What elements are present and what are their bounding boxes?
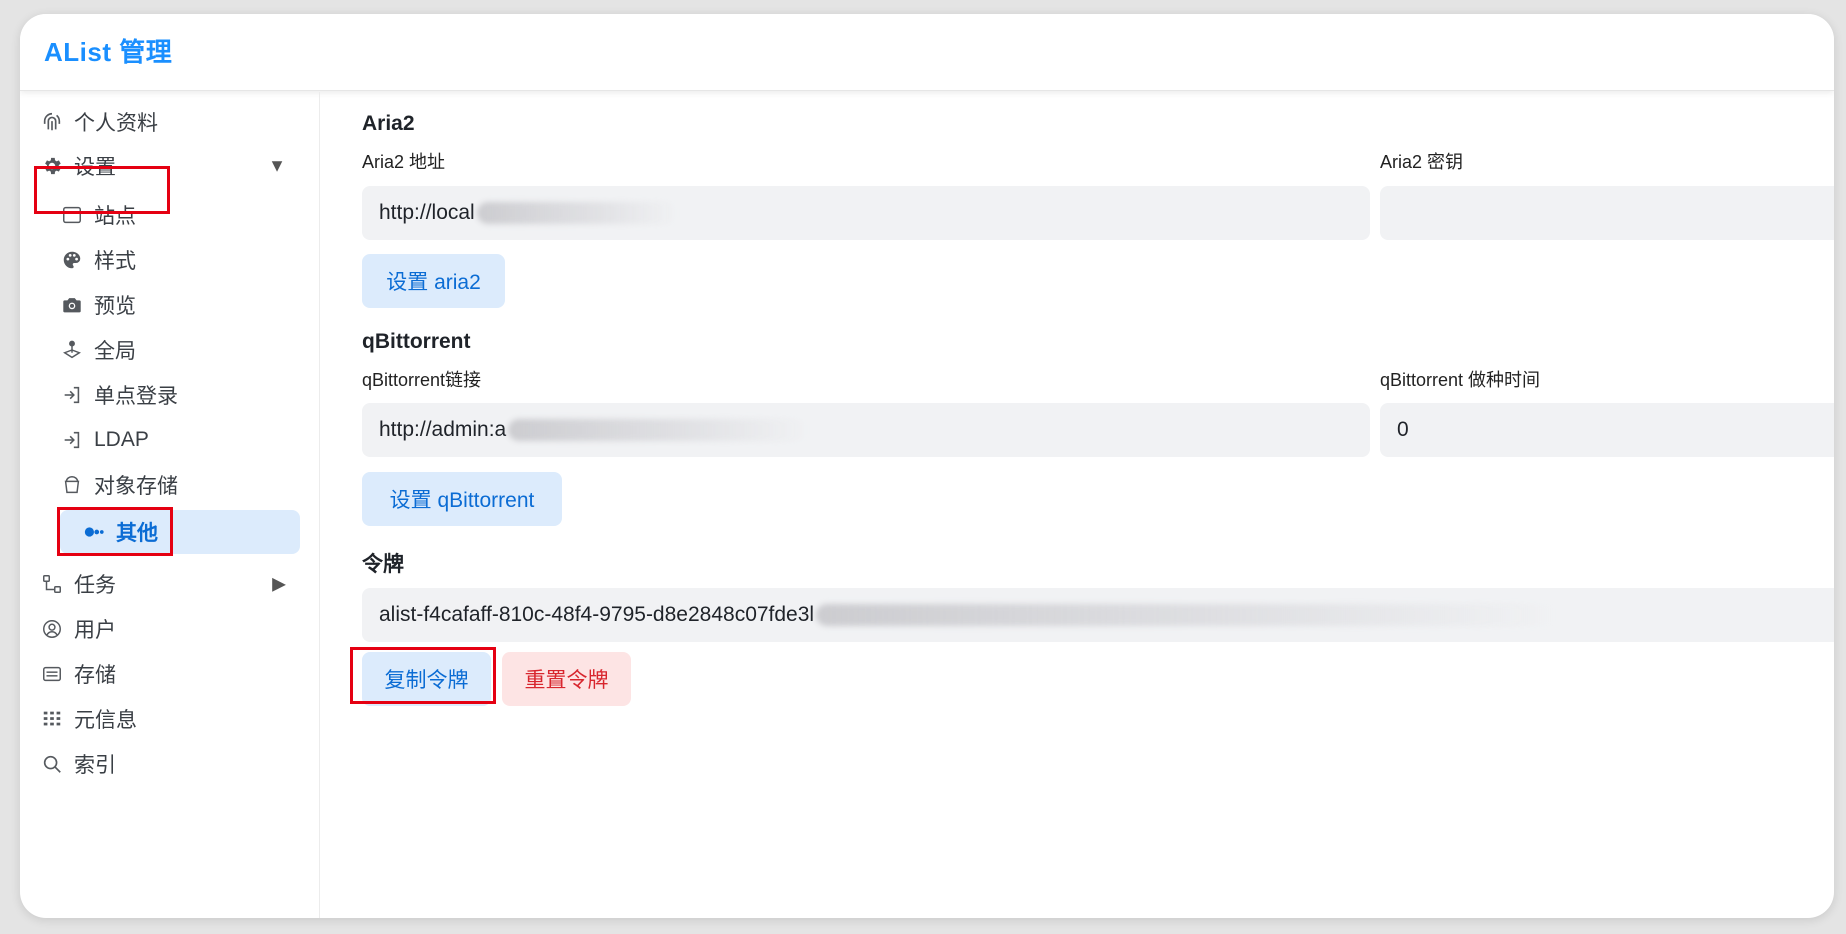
storage-list-icon: [40, 662, 64, 686]
login-arrow-icon: [60, 383, 84, 407]
browser-window-icon: [60, 203, 84, 227]
sidebar-item-ldap[interactable]: LDAP: [60, 418, 300, 462]
camera-icon: [60, 293, 84, 317]
sidebar-item-object-storage[interactable]: 对象存储: [60, 463, 300, 507]
bucket-icon: [60, 473, 84, 497]
main-content: Aria2 Aria2 地址 Aria2 密钥 http://local 设置 …: [340, 92, 1834, 918]
sidebar-item-label: 个人资料: [74, 112, 158, 135]
qbit-url-label: qBittorrent链接: [362, 370, 482, 390]
aria2-address-value: http://local: [379, 201, 475, 224]
redacted-text: [816, 604, 1557, 626]
tree-icon: [40, 572, 64, 596]
sidebar-item-preview[interactable]: 预览: [60, 283, 300, 327]
login-arrow-icon: [60, 428, 84, 452]
sidebar-item-meta[interactable]: 元信息: [40, 697, 310, 741]
set-aria2-button[interactable]: 设置 aria2: [362, 254, 505, 308]
app-window: AList 管理 个人资料 设置 ▼ 站点 样式 预览 全局 单点登录 LDAP…: [20, 14, 1834, 918]
fingerprint-icon: [40, 110, 64, 134]
user-circle-icon: [40, 617, 64, 641]
sidebar-item-global[interactable]: 全局: [60, 328, 300, 372]
sidebar-item-label: 全局: [94, 340, 136, 363]
qbit-section-title: qBittorrent: [362, 330, 471, 353]
aria2-secret-input[interactable]: [1380, 186, 1834, 240]
sidebar-item-sso[interactable]: 单点登录: [60, 373, 300, 417]
app-title: AList 管理: [44, 37, 173, 67]
aria2-section-title: Aria2: [362, 112, 415, 135]
sidebar-item-label: 任务: [74, 574, 116, 597]
grid-icon: [40, 707, 64, 731]
sidebar-item-label: 用户: [74, 619, 116, 642]
aria2-address-label: Aria2 地址: [362, 152, 446, 172]
sidebar-item-other[interactable]: 其他: [60, 510, 300, 554]
caret-down-icon: ▼: [268, 155, 286, 176]
token-input[interactable]: alist-f4cafaff-810c-48f4-9795-d8e2848c07…: [362, 588, 1834, 642]
sidebar-item-label: 其他: [116, 522, 158, 545]
qbit-url-value: http://admin:a: [379, 418, 507, 441]
sidebar-item-site[interactable]: 站点: [60, 193, 300, 237]
toggle-dots-icon: [82, 520, 106, 544]
sidebar-item-label: 元信息: [74, 709, 137, 732]
sidebar-item-index[interactable]: 索引: [40, 742, 310, 786]
token-section-title: 令牌: [362, 553, 404, 576]
redacted-text: [476, 202, 677, 224]
sidebar-item-label: 预览: [94, 295, 136, 318]
aria2-address-input[interactable]: http://local: [362, 186, 1370, 240]
qbit-seed-label: qBittorrent 做种时间: [1380, 370, 1541, 390]
sidebar-item-label: 对象存储: [94, 475, 178, 498]
sidebar-item-storage[interactable]: 存储: [40, 652, 310, 696]
qbit-seed-value: 0: [1397, 418, 1409, 441]
sidebar-item-settings[interactable]: 设置 ▼: [40, 144, 310, 188]
sidebar-item-label: 单点登录: [94, 385, 178, 408]
sidebar-item-label: 设置: [74, 156, 116, 179]
redacted-text: [508, 419, 809, 441]
sidebar-item-label: 索引: [74, 754, 116, 777]
copy-token-button[interactable]: 复制令牌: [362, 652, 491, 706]
aria2-secret-label: Aria2 密钥: [1380, 152, 1464, 172]
joystick-icon: [60, 338, 84, 362]
sidebar-item-style[interactable]: 样式: [60, 238, 300, 282]
qbit-url-input[interactable]: http://admin:a: [362, 403, 1370, 457]
sidebar-item-label: LDAP: [94, 428, 149, 451]
token-value: alist-f4cafaff-810c-48f4-9795-d8e2848c07…: [379, 603, 815, 626]
sidebar-item-label: 站点: [94, 205, 136, 228]
sidebar-item-tasks[interactable]: 任务 ▶: [40, 562, 310, 606]
search-icon: [40, 752, 64, 776]
reset-token-button[interactable]: 重置令牌: [502, 652, 631, 706]
sidebar-item-profile[interactable]: 个人资料: [40, 100, 310, 144]
caret-right-icon: ▶: [272, 573, 286, 594]
top-header: AList 管理: [20, 14, 1834, 91]
sidebar-item-users[interactable]: 用户: [40, 607, 310, 651]
sidebar-item-label: 样式: [94, 250, 136, 273]
gear-icon: [40, 154, 64, 178]
sidebar: 个人资料 设置 ▼ 站点 样式 预览 全局 单点登录 LDAP 对象存储 其他 …: [20, 92, 320, 918]
sidebar-item-label: 存储: [74, 664, 116, 687]
set-qbittorrent-button[interactable]: 设置 qBittorrent: [362, 472, 562, 526]
palette-icon: [60, 248, 84, 272]
qbit-seed-input[interactable]: 0: [1380, 403, 1834, 457]
